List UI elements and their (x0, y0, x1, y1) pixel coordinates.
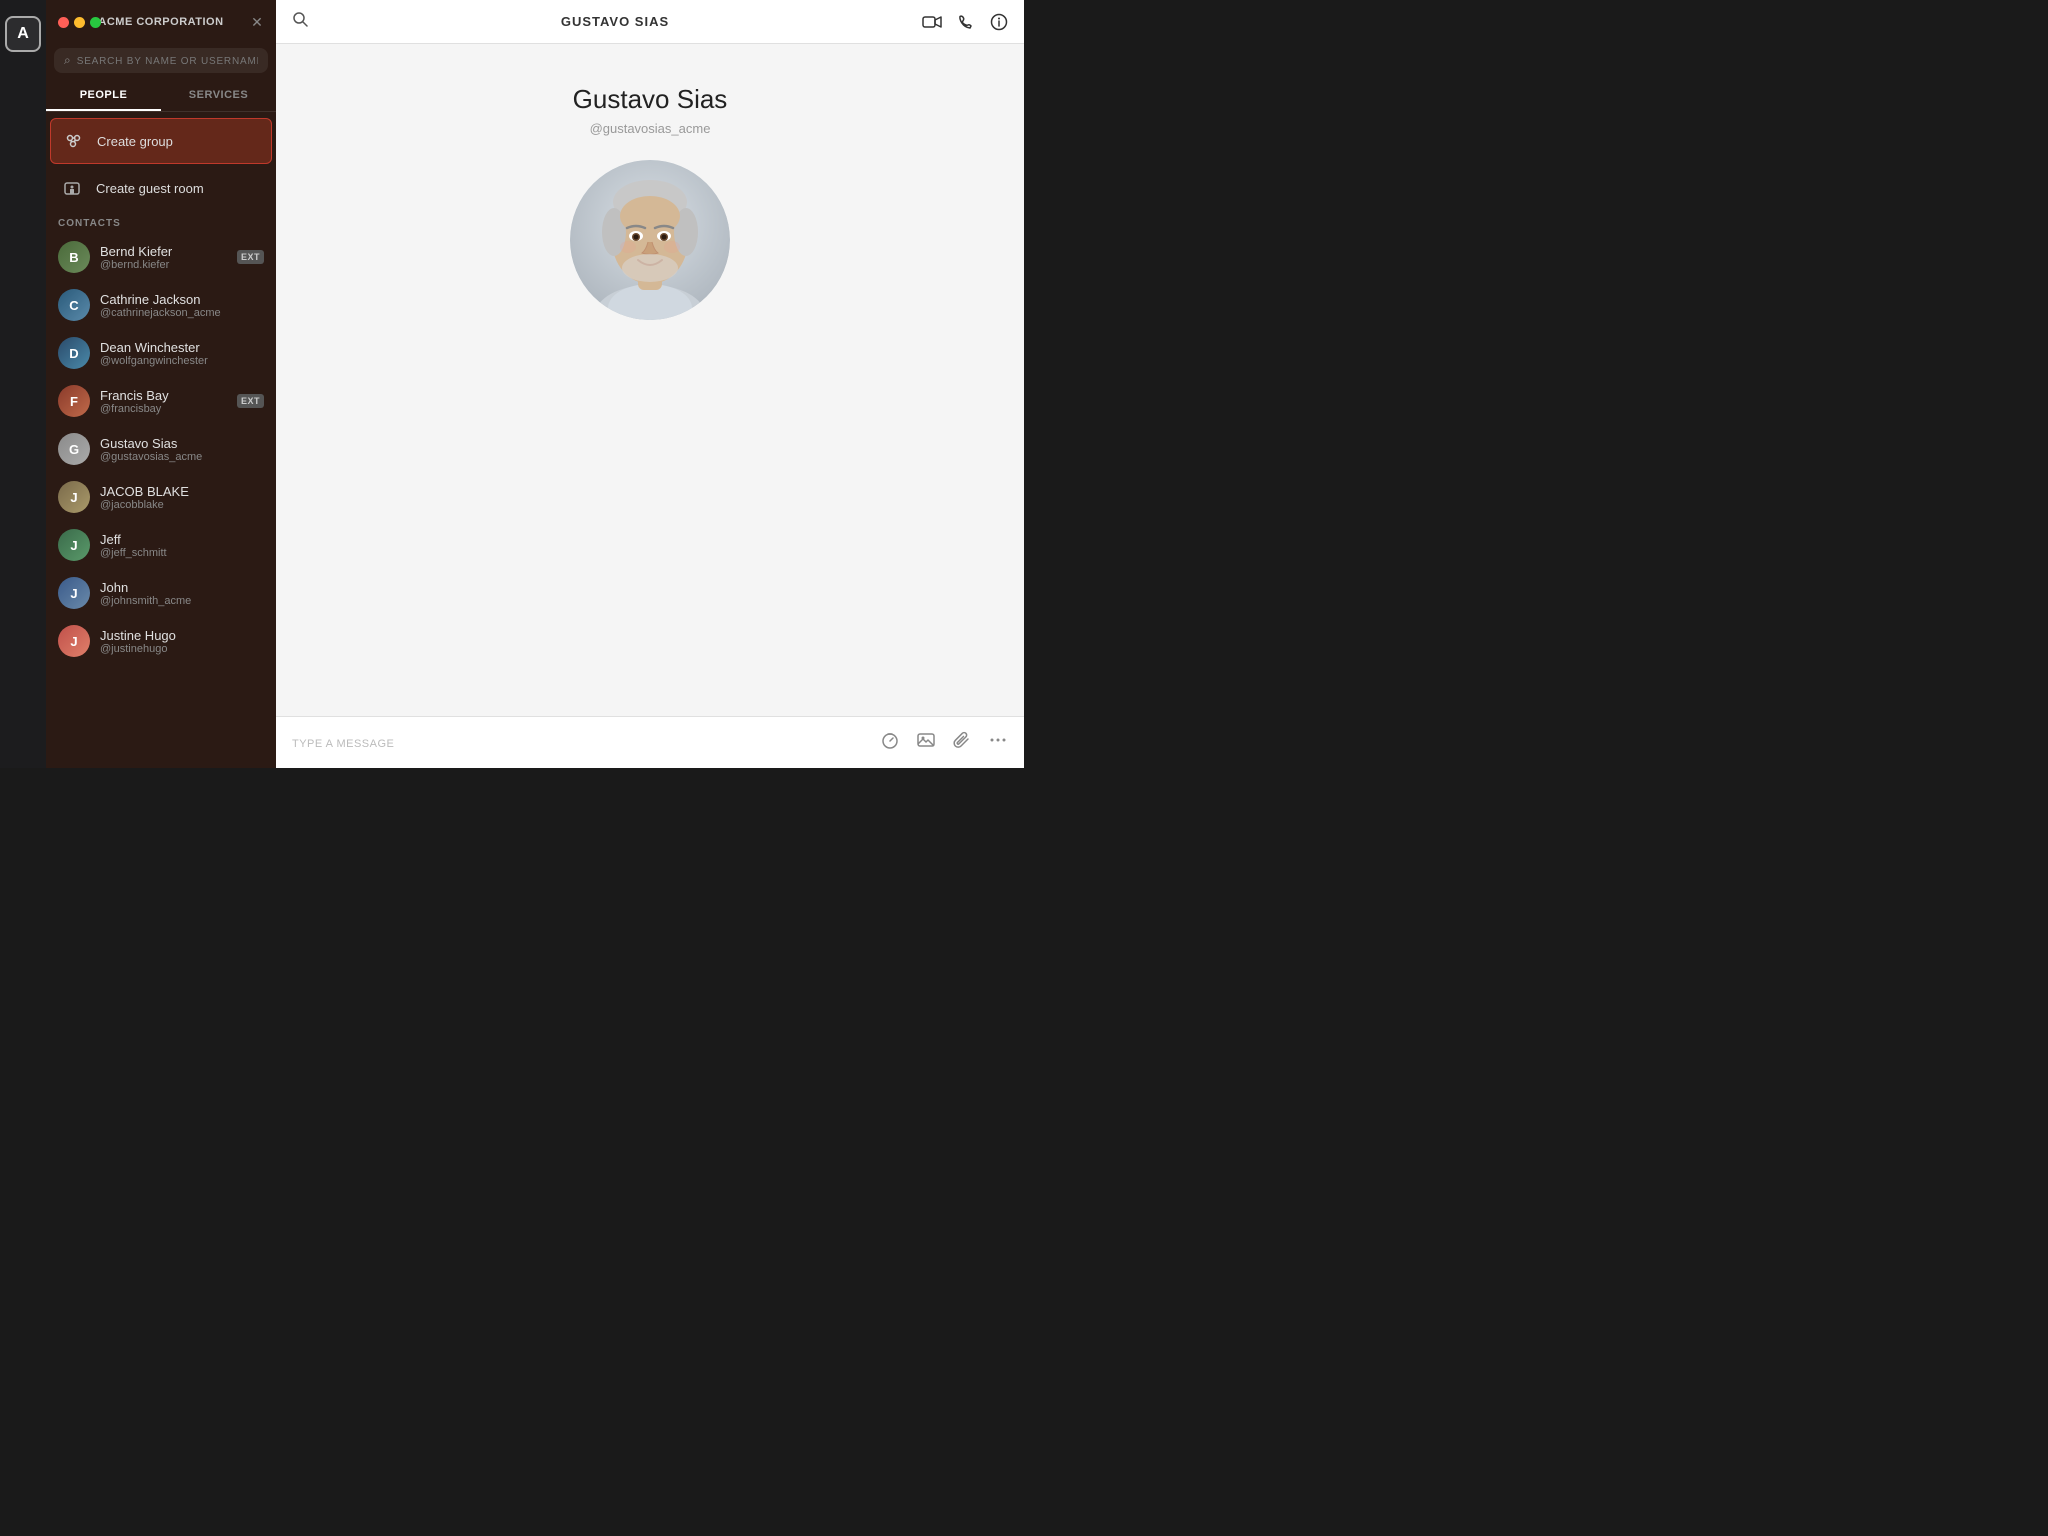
profile-avatar (570, 160, 730, 320)
top-bar: GUSTAVO SIAS (276, 0, 1024, 44)
create-group-label: Create group (97, 134, 173, 149)
top-bar-title: GUSTAVO SIAS (308, 14, 922, 29)
contact-info-jeff: Jeff @jeff_schmitt (100, 532, 264, 559)
create-guest-room-item[interactable]: Create guest room (46, 166, 276, 210)
avatar-dean: D (58, 337, 90, 369)
attach-icon[interactable] (952, 730, 972, 755)
create-group-icon (59, 127, 87, 155)
contact-info-dean: Dean Winchester @wolfgangwinchester (100, 340, 264, 367)
avatar-gustavo: G (58, 433, 90, 465)
contact-item-jacob[interactable]: J JACOB BLAKE @jacobblake (46, 473, 276, 521)
contacts-list: B Bernd Kiefer @bernd.kiefer EXT C Cathr… (46, 233, 276, 768)
ext-badge-francis: EXT (237, 394, 264, 408)
close-button[interactable]: ✕ (250, 15, 264, 29)
avatar-john: J (58, 577, 90, 609)
sidebar-left: A (0, 0, 46, 768)
profile-name: Gustavo Sias (573, 84, 728, 115)
create-guest-room-icon (58, 174, 86, 202)
contact-info-john: John @johnsmith_acme (100, 580, 264, 607)
contact-item-john[interactable]: J John @johnsmith_acme (46, 569, 276, 617)
message-input[interactable] (292, 735, 864, 750)
profile-handle: @gustavosias_acme (590, 121, 711, 136)
profile-area: Gustavo Sias @gustavosias_acme (276, 44, 1024, 716)
image-icon[interactable] (916, 730, 936, 755)
avatar-francis: F (58, 385, 90, 417)
contact-info-cathrine: Cathrine Jackson @cathrinejackson_acme (100, 292, 264, 319)
contact-item-dean[interactable]: D Dean Winchester @wolfgangwinchester (46, 329, 276, 377)
contact-info-francis: Francis Bay @francisbay (100, 388, 227, 415)
more-options-icon[interactable] (988, 730, 1008, 755)
create-group-item[interactable]: Create group (50, 118, 272, 164)
middle-header: ACME CORPORATION ✕ (46, 0, 276, 44)
search-bar: ⌕ (54, 48, 268, 73)
tab-services[interactable]: SERVICES (161, 81, 276, 111)
user-avatar-button[interactable]: A (5, 16, 41, 52)
avatar-jeff: J (58, 529, 90, 561)
contact-item-jeff[interactable]: J Jeff @jeff_schmitt (46, 521, 276, 569)
contact-item-francis[interactable]: F Francis Bay @francisbay EXT (46, 377, 276, 425)
tabs-container: PEOPLE SERVICES (46, 81, 276, 112)
avatar-cathrine: C (58, 289, 90, 321)
search-icon[interactable] (292, 11, 308, 32)
search-icon: ⌕ (64, 53, 71, 68)
top-bar-actions (922, 13, 1008, 31)
tab-people[interactable]: PEOPLE (46, 81, 161, 111)
traffic-light-red[interactable] (58, 17, 69, 28)
timer-icon[interactable] (880, 730, 900, 755)
middle-panel: ACME CORPORATION ✕ ⌕ PEOPLE SERVICES Cre… (46, 0, 276, 768)
profile-avatar-svg (570, 160, 730, 320)
message-bar (276, 716, 1024, 768)
contact-item-cathrine[interactable]: C Cathrine Jackson @cathrinejackson_acme (46, 281, 276, 329)
contact-info-bernd: Bernd Kiefer @bernd.kiefer (100, 244, 227, 271)
contact-item-bernd[interactable]: B Bernd Kiefer @bernd.kiefer EXT (46, 233, 276, 281)
info-button[interactable] (990, 13, 1008, 31)
ext-badge-bernd: EXT (237, 250, 264, 264)
traffic-lights (58, 17, 101, 28)
create-guest-room-label: Create guest room (96, 181, 204, 196)
avatar-label: A (17, 25, 29, 43)
phone-call-button[interactable] (958, 14, 974, 30)
contact-info-gustavo: Gustavo Sias @gustavosias_acme (100, 436, 264, 463)
search-input[interactable] (77, 55, 258, 67)
traffic-light-yellow[interactable] (74, 17, 85, 28)
contacts-section-label: CONTACTS (46, 210, 276, 233)
avatar-justine: J (58, 625, 90, 657)
main-panel: GUSTAVO SIAS G (276, 0, 1024, 768)
contact-info-jacob: JACOB BLAKE @jacobblake (100, 484, 264, 511)
contact-info-justine: Justine Hugo @justinehugo (100, 628, 264, 655)
traffic-light-green[interactable] (90, 17, 101, 28)
avatar-bernd: B (58, 241, 90, 273)
contact-item-gustavo[interactable]: G Gustavo Sias @gustavosias_acme (46, 425, 276, 473)
avatar-jacob: J (58, 481, 90, 513)
video-call-button[interactable] (922, 15, 942, 29)
contact-item-justine[interactable]: J Justine Hugo @justinehugo (46, 617, 276, 665)
